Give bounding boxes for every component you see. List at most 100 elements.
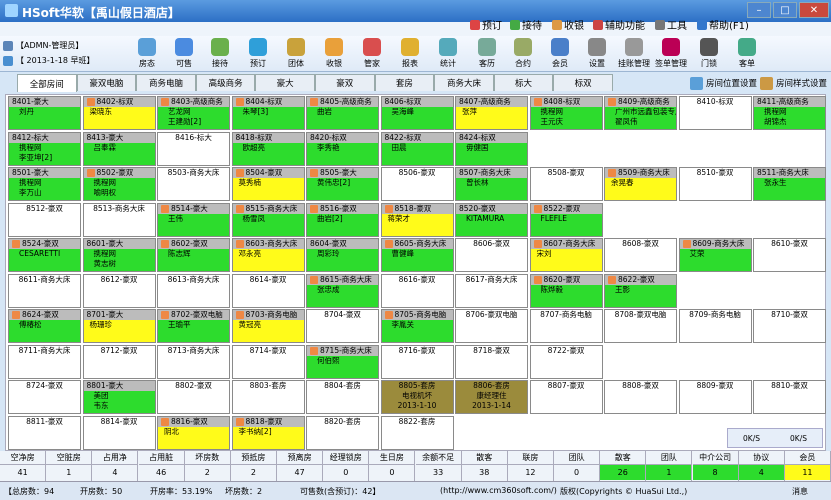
menu-help[interactable]: 帮助(F1)	[697, 17, 749, 32]
room-card[interactable]: 8611-商务大床	[8, 273, 81, 308]
room-card[interactable]: 8624-豪双 傅椿松	[8, 309, 81, 343]
menu-tools[interactable]: 工具	[655, 17, 687, 32]
room-card[interactable]: 8404-标双 朱琴[3]	[231, 96, 305, 130]
room-card[interactable]: 8804-套房	[306, 380, 379, 414]
room-card[interactable]: 8705-商务电脑 李胤关	[380, 309, 454, 343]
room-card[interactable]: 8616-豪双	[380, 273, 454, 308]
room-card[interactable]: 8512-豪双	[8, 202, 81, 237]
room-card[interactable]: 8718-豪双	[455, 344, 528, 379]
room-card[interactable]: 8702-豪双电脑 王瑜平	[157, 309, 230, 343]
toolbar-button-13[interactable]: 挂账管理	[617, 36, 651, 72]
tab-7[interactable]: 商务大床	[434, 74, 494, 91]
room-card[interactable]: 8503-商务大床	[157, 167, 230, 201]
room-card[interactable]: 8413-豪大 吕奉霖	[82, 131, 156, 166]
room-card[interactable]: 8524-豪双 CESARETTI	[8, 238, 81, 272]
room-card[interactable]: 8501-豪大 携程网 李万山	[8, 167, 81, 201]
room-card[interactable]: 8703-商务电脑 黄冠亮	[231, 309, 305, 343]
room-card[interactable]: 8409-高级商务 广州市远鑫包装专用 翟凤伟	[604, 96, 677, 130]
toolbar-button-16[interactable]: 客单	[730, 36, 764, 72]
room-card[interactable]: 8403-高级商务 艺龙网 王建勋[2]	[157, 96, 230, 130]
room-card[interactable]: 8507-商务大床 曾长林	[455, 167, 528, 201]
room-card[interactable]: 8620-豪双 陈烨毅	[529, 273, 603, 308]
toolbar-button-15[interactable]: 门锁	[692, 36, 726, 72]
room-position-settings-button[interactable]: 房间位置设置	[690, 75, 757, 91]
room-card[interactable]: 8613-商务大床	[157, 273, 230, 308]
toolbar-button-11[interactable]: 会员	[543, 36, 577, 72]
tab-4[interactable]: 豪大	[255, 74, 315, 91]
room-card[interactable]: 8522-豪双 FLEFLE	[529, 202, 603, 237]
tab-6[interactable]: 套房	[374, 74, 435, 91]
room-card[interactable]: 8509-商务大床 余晃春	[604, 167, 677, 201]
room-card[interactable]: 8610-豪双	[753, 238, 826, 272]
room-card[interactable]: 8412-标大 携程网 李亚坤[2]	[8, 131, 81, 166]
tab-0[interactable]: 全部房间	[17, 74, 77, 92]
tab-9[interactable]: 标双	[553, 74, 613, 91]
room-card[interactable]: 8712-豪双	[82, 344, 156, 379]
room-card[interactable]: 8422-标双 田晨	[380, 131, 454, 166]
menu-aux[interactable]: 辅助功能	[593, 17, 645, 32]
room-card[interactable]: 8606-豪双	[455, 238, 528, 272]
room-card[interactable]: 8617-商务大床	[455, 273, 528, 308]
toolbar-button-4[interactable]: 团体	[279, 36, 313, 72]
room-card[interactable]: 8603-商务大床 邓永亮	[231, 238, 305, 272]
website-link[interactable]: (http://www.cm360soft.com/)	[440, 486, 557, 495]
room-card[interactable]: 8518-豪双 蒋荣才	[380, 202, 454, 237]
room-card[interactable]: 8605-商务大床 曹健峰	[380, 238, 454, 272]
room-card[interactable]: 8504-豪双 莫秀楠	[231, 167, 305, 201]
room-card[interactable]: 8708-豪双电脑	[604, 309, 677, 343]
toolbar-button-0[interactable]: 房态	[130, 36, 164, 72]
room-card[interactable]: 8710-豪双	[753, 309, 826, 343]
room-card[interactable]: 8724-豪双	[8, 380, 81, 414]
room-card[interactable]: 8505-豪大 黄伟忠[2]	[306, 167, 379, 201]
message-button[interactable]: 消息	[792, 486, 808, 497]
room-style-settings-button[interactable]: 房间样式设置	[760, 75, 827, 91]
toolbar-button-14[interactable]: 签单管理	[654, 36, 688, 72]
room-card[interactable]: 8416-标大	[157, 131, 230, 166]
room-card[interactable]: 8402-标双 梁晓东	[82, 96, 156, 130]
room-card[interactable]: 8612-豪双	[82, 273, 156, 308]
room-card[interactable]: 8410-标双	[678, 96, 752, 130]
room-card[interactable]: 8401-豪大 刘丹	[8, 96, 81, 130]
room-card[interactable]: 8609-商务大床 艾荣	[678, 238, 752, 272]
room-card[interactable]: 8407-高级商务 张萍	[455, 96, 528, 130]
room-card[interactable]: 8411-高级商务 携程网 胡锦杰	[753, 96, 826, 130]
room-card[interactable]: 8408-标双 携程网 王元庆	[529, 96, 603, 130]
room-card[interactable]: 8808-豪双	[604, 380, 677, 414]
menu-cashier[interactable]: 收银	[552, 17, 584, 32]
room-card[interactable]: 8820-套房	[306, 415, 379, 450]
room-card[interactable]: 8520-豪双 KITAMURA	[455, 202, 528, 237]
room-card[interactable]: 8502-豪双 携程网 喻明权	[82, 167, 156, 201]
room-card[interactable]: 8514-豪大 王伟	[157, 202, 230, 237]
room-card[interactable]: 8701-豪大 杨珊珍	[82, 309, 156, 343]
room-card[interactable]: 8814-豪双	[82, 415, 156, 450]
room-card[interactable]: 8709-商务电脑	[678, 309, 752, 343]
toolbar-button-10[interactable]: 合约	[506, 36, 540, 72]
toolbar-button-9[interactable]: 客历	[470, 36, 504, 72]
room-card[interactable]: 8714-豪双	[231, 344, 305, 379]
room-card[interactable]: 8420-标双 李秀艳	[306, 131, 379, 166]
room-card[interactable]: 8811-豪双	[8, 415, 81, 450]
menu-reception[interactable]: 接待	[510, 17, 542, 32]
room-card[interactable]: 8706-豪双电脑	[455, 309, 528, 343]
room-card[interactable]: 8508-豪双	[529, 167, 603, 201]
tab-5[interactable]: 豪双	[314, 74, 375, 91]
minimize-icon[interactable]: –	[747, 2, 771, 18]
room-card[interactable]: 8711-商务大床	[8, 344, 81, 379]
room-card[interactable]: 8607-商务大床 宋刘	[529, 238, 603, 272]
room-card[interactable]: 8608-豪双	[604, 238, 677, 272]
room-card[interactable]: 8803-套房	[231, 380, 305, 414]
room-card[interactable]: 8516-豪双 曲岩[2]	[306, 202, 379, 237]
toolbar-button-5[interactable]: 收银	[317, 36, 351, 72]
room-card[interactable]: 8818-豪双 李书纳[2]	[231, 415, 305, 450]
room-card[interactable]: 8406-标双 吴海峰	[380, 96, 454, 130]
room-card[interactable]: 8418-标双 欧超亮	[231, 131, 305, 166]
toolbar-button-3[interactable]: 预订	[241, 36, 275, 72]
tab-2[interactable]: 商务电脑	[136, 74, 196, 91]
room-card[interactable]: 8716-豪双	[380, 344, 454, 379]
room-card[interactable]: 8802-豪双	[157, 380, 230, 414]
toolbar-button-6[interactable]: 管家	[355, 36, 389, 72]
room-card[interactable]: 8810-豪双	[753, 380, 826, 414]
room-card[interactable]: 8506-豪双	[380, 167, 454, 201]
room-card[interactable]: 8513-商务大床	[82, 202, 156, 237]
room-card[interactable]: 8722-豪双	[529, 344, 603, 379]
